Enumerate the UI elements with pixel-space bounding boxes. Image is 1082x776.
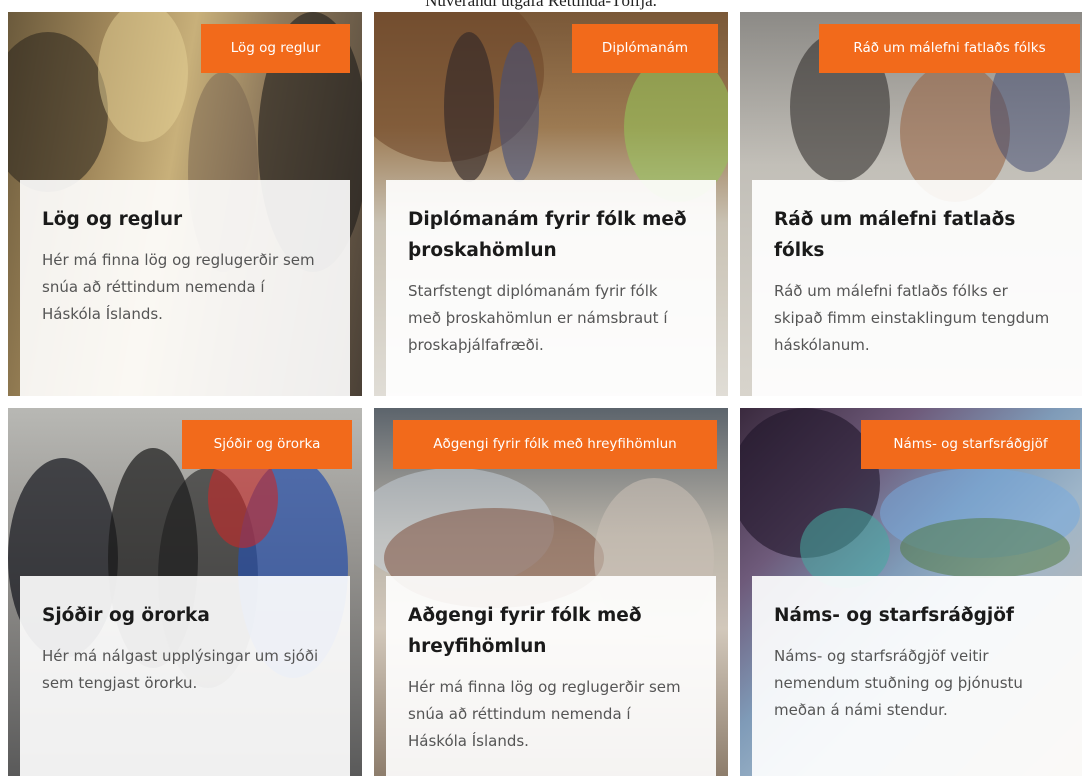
card-title[interactable]: Ráð um málefni fatlaðs fólks: [774, 204, 1060, 266]
card-diplomanam[interactable]: Diplómanám Diplómanám fyrir fólk með þro…: [374, 12, 728, 396]
card-sjodir-og-ororka[interactable]: Sjóðir og örorka Sjóðir og örorka Hér má…: [8, 408, 362, 776]
card-description: Starfstengt diplómanám fyrir fólk með þr…: [408, 282, 668, 354]
card-text-panel: Aðgengi fyrir fólk með hreyfihömlun Hér …: [386, 576, 716, 776]
card-log-og-reglur[interactable]: Lög og reglur Lög og reglur Hér má finna…: [8, 12, 362, 396]
category-badge[interactable]: Sjóðir og örorka: [182, 420, 352, 469]
category-badge[interactable]: Diplómanám: [572, 24, 718, 73]
card-text-panel: Diplómanám fyrir fólk með þroskahömlun S…: [386, 180, 716, 396]
card-description: Náms- og starfsráðgjöf veitir nemendum s…: [774, 647, 1023, 719]
category-badge[interactable]: Ráð um málefni fatlaðs fólks: [819, 24, 1080, 73]
card-text-panel: Ráð um málefni fatlaðs fólks Ráð um mále…: [752, 180, 1082, 396]
card-adgengi[interactable]: Aðgengi fyrir fólk með hreyfihömlun Aðge…: [374, 408, 728, 776]
card-text-panel: Lög og reglur Hér má finna lög og reglug…: [20, 180, 350, 396]
category-badge[interactable]: Aðgengi fyrir fólk með hreyfihömlun: [393, 420, 717, 469]
card-description: Hér má finna lög og reglugerðir sem snúa…: [42, 251, 315, 323]
card-title[interactable]: Náms- og starfsráðgjöf: [774, 600, 1060, 631]
card-text-panel: Náms- og starfsráðgjöf Náms- og starfsrá…: [752, 576, 1082, 776]
category-badge[interactable]: Lög og reglur: [201, 24, 350, 73]
card-text-panel: Sjóðir og örorka Hér má nálgast upplýsin…: [20, 576, 350, 776]
card-title[interactable]: Lög og reglur: [42, 204, 328, 235]
card-title[interactable]: Aðgengi fyrir fólk með hreyfihömlun: [408, 600, 694, 662]
card-description: Hér má nálgast upplýsingar um sjóði sem …: [42, 647, 319, 692]
card-title[interactable]: Diplómanám fyrir fólk með þroskahömlun: [408, 204, 694, 266]
category-badge[interactable]: Náms- og starfsráðgjöf: [861, 420, 1080, 469]
card-nams-og-starfsradgjof[interactable]: Náms- og starfsráðgjöf Náms- og starfsrá…: [740, 408, 1082, 776]
page-caption: Núverandi útgáfa Rettinda-Tölfja.: [425, 0, 657, 10]
card-title[interactable]: Sjóðir og örorka: [42, 600, 328, 631]
card-description: Ráð um málefni fatlaðs fólks er skipað f…: [774, 282, 1050, 354]
card-description: Hér má finna lög og reglugerðir sem snúa…: [408, 678, 681, 750]
card-rad-um-malefni[interactable]: Ráð um málefni fatlaðs fólks Ráð um mále…: [740, 12, 1082, 396]
